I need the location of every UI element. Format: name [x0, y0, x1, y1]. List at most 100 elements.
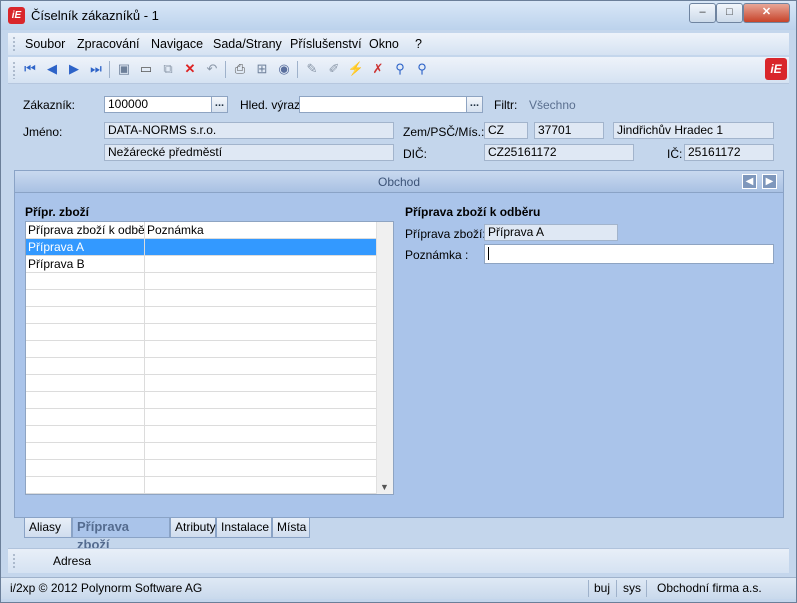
tree-icon[interactable]: ⊞ — [254, 61, 270, 77]
empty-cell[interactable] — [26, 426, 145, 442]
refresh-icon[interactable]: ◉ — [276, 61, 292, 77]
empty-table-row[interactable] — [26, 358, 377, 375]
empty-table-row[interactable] — [26, 460, 377, 477]
panel-prev-icon[interactable]: ◀ — [742, 174, 757, 189]
empty-table-row[interactable] — [26, 443, 377, 460]
empty-cell[interactable] — [145, 460, 377, 476]
row-prep-cell[interactable]: Příprava A — [26, 239, 145, 255]
empty-cell[interactable] — [145, 273, 377, 289]
empty-cell[interactable] — [145, 290, 377, 306]
print-icon[interactable]: ⎙ — [232, 61, 248, 77]
empty-cell[interactable] — [26, 307, 145, 323]
tab-priprava-zbozi[interactable]: Příprava zboží — [72, 518, 170, 552]
empty-table-row[interactable] — [26, 392, 377, 409]
empty-table-row[interactable] — [26, 341, 377, 358]
filter-value[interactable]: Všechno — [529, 98, 576, 112]
zip-field[interactable]: 37701 — [534, 122, 604, 139]
grid-scrollbar[interactable]: ▼ — [376, 222, 393, 494]
tab-mista[interactable]: Místa — [272, 518, 310, 538]
empty-cell[interactable] — [145, 324, 377, 340]
address-label[interactable]: Adresa — [53, 554, 91, 568]
save-icon[interactable]: ▣ — [116, 61, 132, 77]
menu-zpracovani[interactable]: Zpracování — [77, 37, 140, 51]
empty-cell[interactable] — [26, 392, 145, 408]
table-row[interactable]: Příprava A — [26, 239, 377, 256]
customer-lookup-button[interactable]: ... — [211, 96, 228, 113]
last-record-icon[interactable]: ⏭ — [88, 61, 104, 77]
row-prep-cell[interactable]: Příprava B — [26, 256, 145, 272]
filter-icon[interactable]: ⚡ — [348, 61, 364, 77]
edit-all-icon[interactable]: ✐ — [326, 61, 342, 77]
empty-cell[interactable] — [145, 426, 377, 442]
first-record-icon[interactable]: ⏮ — [22, 61, 38, 77]
country-field[interactable]: CZ — [484, 122, 528, 139]
detail-prep-field[interactable]: Příprava A — [484, 224, 618, 241]
empty-table-row[interactable] — [26, 273, 377, 290]
delete-icon[interactable]: ✕ — [182, 61, 198, 77]
empty-cell[interactable] — [26, 477, 145, 493]
empty-table-row[interactable] — [26, 375, 377, 392]
empty-cell[interactable] — [145, 477, 377, 493]
clear-filter-icon[interactable]: ✗ — [370, 61, 386, 77]
prev-record-icon[interactable]: ◀ — [44, 61, 60, 77]
new-document-icon[interactable]: ▭ — [138, 61, 154, 77]
row-note-cell[interactable] — [145, 256, 377, 272]
name-line1-field[interactable]: DATA-NORMS s.r.o. — [104, 122, 394, 139]
empty-cell[interactable] — [145, 358, 377, 374]
empty-cell[interactable] — [26, 375, 145, 391]
tab-instalace[interactable]: Instalace — [216, 518, 272, 538]
empty-table-row[interactable] — [26, 307, 377, 324]
empty-cell[interactable] — [145, 307, 377, 323]
menu-navigace[interactable]: Navigace — [151, 37, 203, 51]
search-icon[interactable]: ⚲ — [392, 61, 408, 77]
detail-note-input[interactable] — [484, 244, 774, 264]
empty-table-row[interactable] — [26, 409, 377, 426]
empty-cell[interactable] — [26, 273, 145, 289]
column-header-prep[interactable]: Příprava zboží k odběru — [26, 222, 145, 238]
customer-field[interactable]: 100000 — [104, 96, 212, 113]
menu-sada-strany[interactable]: Sada/Strany — [213, 37, 282, 51]
panel-next-icon[interactable]: ▶ — [762, 174, 777, 189]
empty-cell[interactable] — [145, 375, 377, 391]
close-button[interactable]: ✕ — [743, 3, 790, 23]
edit-icon[interactable]: ✎ — [304, 61, 320, 77]
tab-aliasy[interactable]: Aliasy — [24, 518, 72, 538]
scroll-down-icon[interactable]: ▼ — [380, 482, 389, 492]
empty-cell[interactable] — [26, 409, 145, 425]
empty-cell[interactable] — [26, 341, 145, 357]
ic-field[interactable]: 25161172 — [684, 144, 774, 161]
empty-cell[interactable] — [26, 290, 145, 306]
empty-cell[interactable] — [145, 341, 377, 357]
name-line2-field[interactable]: Nežárecké předměstí — [104, 144, 394, 161]
copy-icon[interactable]: ⧉ — [160, 61, 176, 77]
empty-cell[interactable] — [26, 358, 145, 374]
empty-table-row[interactable] — [26, 477, 377, 494]
empty-cell[interactable] — [26, 324, 145, 340]
menu-prislusenstvi[interactable]: Příslušenství — [290, 37, 362, 51]
search-input[interactable] — [299, 96, 467, 113]
empty-table-row[interactable] — [26, 426, 377, 443]
search-lookup-button[interactable]: ... — [466, 96, 483, 113]
dic-field[interactable]: CZ25161172 — [484, 144, 634, 161]
empty-cell[interactable] — [145, 409, 377, 425]
minimize-button[interactable]: – — [689, 3, 716, 23]
empty-cell[interactable] — [26, 460, 145, 476]
panel-header: Obchod ◀ ▶ — [15, 171, 783, 193]
table-row[interactable]: Příprava B — [26, 256, 377, 273]
empty-table-row[interactable] — [26, 324, 377, 341]
next-record-icon[interactable]: ▶ — [66, 61, 82, 77]
column-header-note[interactable]: Poznámka — [145, 222, 377, 238]
city-field[interactable]: Jindřichův Hradec 1 — [613, 122, 774, 139]
menu-soubor[interactable]: Soubor — [25, 37, 65, 51]
maximize-button[interactable]: □ — [716, 3, 743, 23]
row-note-cell[interactable] — [145, 239, 377, 255]
empty-table-row[interactable] — [26, 290, 377, 307]
undo-icon[interactable]: ↶ — [204, 61, 220, 77]
search-advanced-icon[interactable]: ⚲ — [414, 61, 430, 77]
menu-help[interactable]: ? — [415, 37, 422, 51]
empty-cell[interactable] — [26, 443, 145, 459]
menu-okno[interactable]: Okno — [369, 37, 399, 51]
empty-cell[interactable] — [145, 392, 377, 408]
empty-cell[interactable] — [145, 443, 377, 459]
tab-atributy[interactable]: Atributy — [170, 518, 216, 538]
